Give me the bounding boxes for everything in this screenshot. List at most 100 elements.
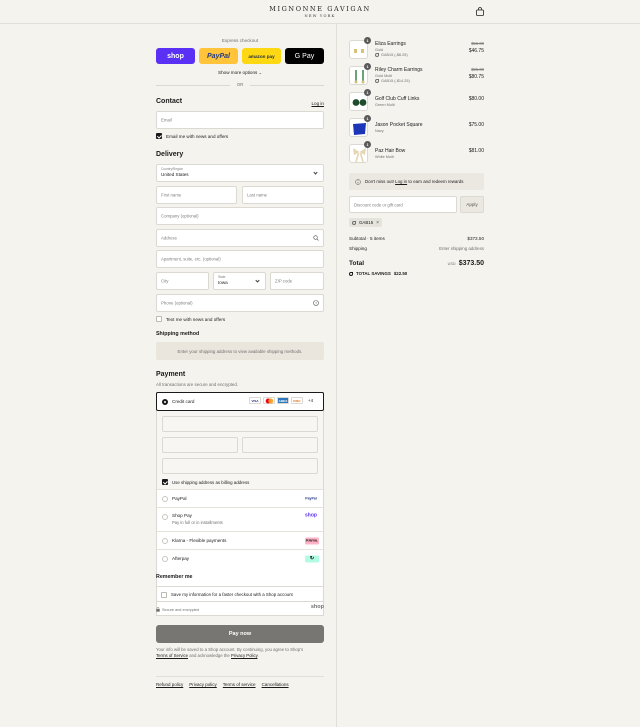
- card-security-input[interactable]: [242, 437, 318, 453]
- text-news-checkbox[interactable]: [156, 316, 162, 322]
- amazon-pay-label: amazon pay: [248, 53, 275, 59]
- or-divider-right: [250, 85, 324, 86]
- terms-of-service-link[interactable]: Terms of service: [223, 682, 256, 687]
- rewards-text: Don't miss out! Log in to earn and redee…: [365, 179, 463, 184]
- city-input[interactable]: City: [156, 272, 209, 290]
- email-news-checkbox[interactable]: [156, 133, 162, 139]
- item-variant: Green Multi: [375, 103, 395, 107]
- paypal-radio[interactable]: [162, 496, 168, 502]
- remember-me-box[interactable]: Save my information for a faster checkou…: [156, 586, 324, 602]
- terms-link[interactable]: Terms of Service: [156, 653, 188, 658]
- rewards-suffix: to earn and redeem rewards: [407, 179, 464, 184]
- afterpay-option[interactable]: Afterpay ↻: [157, 549, 323, 567]
- shop-pay-radio[interactable]: [162, 514, 168, 520]
- phone-input[interactable]: Phone (optional) ?: [156, 294, 324, 312]
- legal-period: .: [257, 653, 259, 658]
- apartment-input[interactable]: Apartment, suite, etc. (optional): [156, 250, 324, 268]
- item-discount: GAB15 (-$8.25): [375, 53, 408, 57]
- afterpay-icon: ↻: [305, 555, 319, 562]
- address-input[interactable]: Address: [156, 229, 324, 247]
- remove-code-icon[interactable]: ×: [376, 220, 379, 226]
- item-variant: White Multi: [375, 155, 394, 159]
- zip-placeholder: ZIP code: [275, 278, 293, 284]
- login-link[interactable]: Log in: [311, 101, 324, 106]
- chevron-down-icon: [313, 170, 318, 175]
- item-name: Paz Hair Bow: [375, 148, 406, 154]
- apartment-placeholder: Apartment, suite, etc. (optional): [161, 256, 221, 262]
- afterpay-option-label: Afterpay: [172, 556, 190, 561]
- klarna-icon: Klarna.: [305, 537, 319, 544]
- pay-now-label: Pay now: [228, 631, 252, 637]
- klarna-radio[interactable]: [162, 538, 168, 544]
- pay-now-button[interactable]: Pay now: [156, 625, 324, 643]
- brand-logo[interactable]: MIGNONNE GAVIGAN NEW YORK: [0, 5, 640, 18]
- shop-pay-badge-label: shop: [305, 512, 317, 518]
- phone-placeholder: Phone (optional): [161, 300, 193, 306]
- brand-sub: NEW YORK: [304, 14, 336, 18]
- card-name-input[interactable]: [162, 458, 318, 474]
- cancellations-link[interactable]: Cancellations: [262, 682, 289, 687]
- legal-line1: Your info will be saved to a Shop accoun…: [156, 647, 304, 652]
- legal-and: and acknowledge the: [188, 653, 232, 658]
- currency-code: USD: [447, 262, 456, 266]
- privacy-link[interactable]: Privacy Policy: [231, 653, 257, 658]
- remember-me-title: Remember me: [156, 574, 193, 580]
- tag-icon: [352, 220, 356, 225]
- discount-code-input[interactable]: Discount code or gift card: [349, 196, 457, 213]
- save-info-label: Save my information for a faster checkou…: [171, 592, 293, 597]
- state-select[interactable]: State Iowa: [213, 272, 266, 290]
- apply-button[interactable]: Apply: [460, 196, 484, 213]
- paypal-button[interactable]: PayPal: [199, 48, 238, 64]
- quantity-badge: 1: [364, 63, 371, 70]
- first-name-input[interactable]: First name: [156, 186, 237, 204]
- refund-policy-link[interactable]: Refund policy: [156, 682, 183, 687]
- card-number-input[interactable]: [162, 416, 318, 432]
- shopping-bag-icon[interactable]: [476, 7, 484, 16]
- shop-pay-button[interactable]: shop: [156, 48, 195, 64]
- svg-text:?: ?: [315, 301, 317, 305]
- credit-card-label: Credit card: [172, 399, 195, 404]
- item-variant: Navy: [375, 129, 384, 133]
- delivery-title: Delivery: [156, 151, 184, 158]
- rewards-login-link[interactable]: Log in: [395, 179, 407, 184]
- show-more-options[interactable]: Show more options ⌄: [156, 70, 324, 75]
- item-price: $75.00: [468, 122, 484, 128]
- card-expiry-input[interactable]: [162, 437, 238, 453]
- tag-icon: [349, 271, 353, 276]
- credit-card-radio[interactable]: [162, 399, 168, 405]
- google-pay-label: G Pay: [294, 52, 315, 60]
- company-placeholder: Company (optional): [161, 213, 199, 219]
- credit-card-option[interactable]: Credit card VISA AMEX DISC +4: [156, 392, 324, 411]
- item-name: Golf Club Cuff Links: [375, 96, 420, 102]
- amazon-pay-button[interactable]: amazon pay: [242, 48, 281, 64]
- country-value: United States: [161, 172, 189, 177]
- total-value: $373.50: [458, 260, 484, 267]
- shop-pay-option[interactable]: Shop Pay Pay in full or in installments …: [157, 507, 323, 531]
- last-name-input[interactable]: Last name: [242, 186, 324, 204]
- help-icon[interactable]: ?: [313, 300, 319, 306]
- paypal-option[interactable]: PayPal PayPal: [157, 489, 323, 507]
- footer-divider: [156, 676, 324, 677]
- total-savings: TOTAL SAVINGS $22.50: [349, 271, 407, 276]
- klarna-option[interactable]: Klarna - Flexible payments Klarna.: [157, 531, 323, 549]
- zip-input[interactable]: ZIP code: [270, 272, 324, 290]
- billing-same-checkbox[interactable]: [162, 479, 168, 485]
- savings-label: TOTAL SAVINGS: [356, 271, 391, 276]
- shop-pay-label: shop: [167, 52, 184, 60]
- item-discount-label: GAB15 (-$14.25): [381, 79, 410, 83]
- afterpay-radio[interactable]: [162, 556, 168, 562]
- email-placeholder: Email: [161, 117, 172, 123]
- item-original-price: $95.00: [471, 67, 484, 72]
- google-pay-button[interactable]: G Pay: [285, 48, 324, 64]
- secure-label: Secure and encrypted: [162, 607, 200, 612]
- email-input[interactable]: Email: [156, 111, 324, 129]
- save-info-checkbox[interactable]: [161, 591, 167, 598]
- privacy-policy-link[interactable]: Privacy policy: [189, 682, 217, 687]
- savings-value: $22.50: [393, 271, 408, 276]
- company-input[interactable]: Company (optional): [156, 207, 324, 225]
- shipping-method-notice: Enter your shipping address to view avai…: [156, 342, 324, 360]
- shop-pay-sub: Pay in full or in installments: [172, 520, 223, 525]
- country-select[interactable]: Country/Region United States: [156, 164, 324, 182]
- show-more-label: Show more options: [218, 70, 258, 75]
- total-amount: USD $373.50: [448, 260, 484, 267]
